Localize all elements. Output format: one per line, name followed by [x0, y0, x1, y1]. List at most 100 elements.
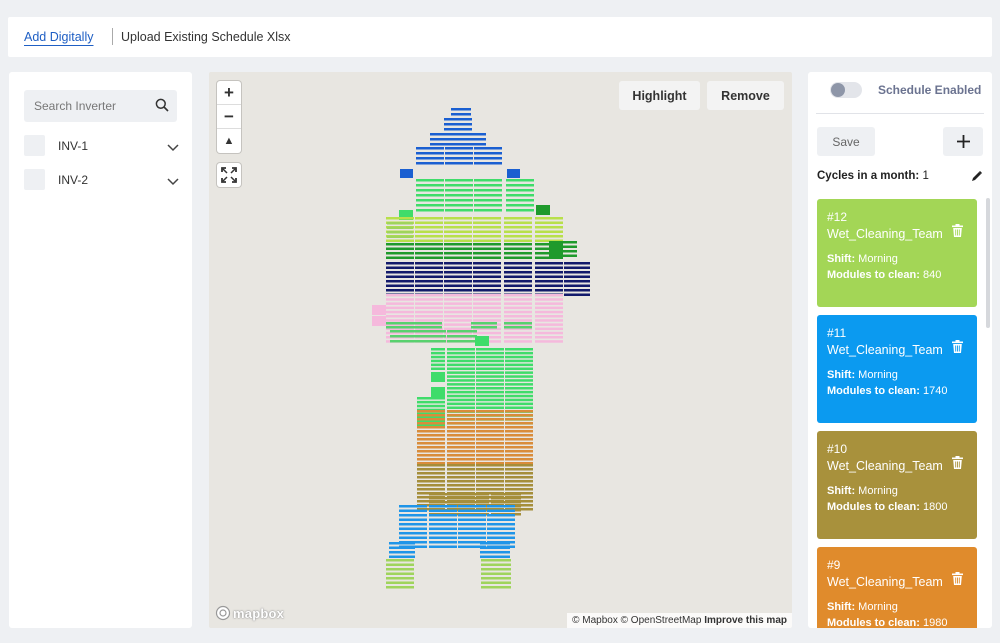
module-row[interactable]: [564, 289, 590, 292]
module-row[interactable]: [416, 204, 444, 207]
module-row[interactable]: [473, 247, 501, 251]
module-row[interactable]: [451, 113, 471, 116]
module-row[interactable]: [505, 426, 533, 429]
module-row[interactable]: [535, 221, 563, 225]
module-row[interactable]: [444, 217, 472, 220]
module-row[interactable]: [447, 414, 475, 417]
module-row[interactable]: [417, 450, 445, 453]
module-row[interactable]: [447, 488, 475, 491]
module-row[interactable]: [535, 310, 563, 314]
module-row[interactable]: [429, 518, 457, 522]
module-row[interactable]: [416, 189, 444, 192]
module-row[interactable]: [505, 458, 533, 461]
module-row[interactable]: [451, 108, 471, 111]
trash-icon[interactable]: [952, 340, 963, 356]
module-row[interactable]: [504, 247, 532, 251]
module-row[interactable]: [473, 298, 501, 301]
module-row[interactable]: [564, 262, 590, 265]
module-row[interactable]: [444, 252, 472, 255]
module-row[interactable]: [444, 266, 472, 270]
module-row[interactable]: [444, 306, 472, 310]
module-row[interactable]: [444, 128, 472, 131]
module-row[interactable]: [387, 231, 413, 234]
module-row[interactable]: [474, 209, 502, 212]
schedule-toggle[interactable]: [830, 82, 862, 98]
module-row[interactable]: [386, 243, 414, 246]
module-row[interactable]: [447, 410, 475, 413]
module-row[interactable]: [535, 280, 563, 283]
module-row[interactable]: [476, 418, 504, 421]
module-row[interactable]: [447, 426, 475, 429]
chevron-down-icon[interactable]: [167, 173, 179, 191]
module-row[interactable]: [564, 293, 590, 297]
module-row[interactable]: [431, 348, 445, 351]
module-row[interactable]: [476, 480, 504, 483]
schedule-card[interactable]: #11 Wet_Cleaning_Team Shift: Morning Module…: [817, 315, 977, 423]
module-row[interactable]: [505, 468, 533, 471]
module-row[interactable]: [535, 266, 563, 270]
module-row[interactable]: [415, 294, 443, 297]
module-row[interactable]: [417, 476, 445, 479]
module-row[interactable]: [429, 514, 457, 517]
module-row[interactable]: [476, 430, 504, 433]
module-row[interactable]: [504, 252, 532, 255]
module-row[interactable]: [505, 472, 533, 475]
module-row[interactable]: [504, 326, 532, 329]
module-row[interactable]: [506, 199, 534, 202]
module-row[interactable]: [390, 335, 446, 338]
module-row[interactable]: [444, 235, 472, 238]
module-row[interactable]: [504, 226, 532, 229]
module-row[interactable]: [415, 243, 443, 246]
improve-map-link[interactable]: Improve this map: [704, 615, 787, 626]
module-row[interactable]: [476, 387, 504, 390]
zoom-in-button[interactable]: +: [217, 81, 241, 105]
module-row[interactable]: [481, 568, 511, 571]
module-row[interactable]: [415, 221, 443, 225]
module-row[interactable]: [430, 143, 486, 146]
module-row[interactable]: [473, 302, 501, 305]
module-row[interactable]: [505, 480, 533, 483]
module-row[interactable]: [505, 442, 533, 445]
module-row[interactable]: [386, 294, 414, 297]
module-row[interactable]: [505, 387, 533, 390]
module-row[interactable]: [458, 536, 486, 540]
module-row[interactable]: [476, 468, 504, 471]
module-row[interactable]: [481, 581, 511, 585]
module-row[interactable]: [444, 319, 472, 322]
module-row[interactable]: [447, 351, 475, 355]
module-row[interactable]: [474, 162, 502, 165]
module-row[interactable]: [447, 406, 475, 410]
module-row[interactable]: [430, 138, 486, 141]
module-row[interactable]: [535, 262, 563, 265]
module-row[interactable]: [473, 262, 501, 265]
module-row[interactable]: [549, 254, 577, 258]
module-row[interactable]: [429, 505, 457, 508]
module-row[interactable]: [415, 284, 443, 288]
module-row[interactable]: [399, 536, 427, 540]
module-row[interactable]: [506, 184, 534, 187]
module-row[interactable]: [415, 315, 443, 318]
module-row[interactable]: [487, 509, 515, 513]
module-row[interactable]: [386, 315, 414, 318]
solar-plant-layout[interactable]: [209, 72, 792, 628]
tab-add-digitally[interactable]: Add Digitally: [24, 30, 93, 44]
module-row[interactable]: [447, 418, 475, 421]
module-row[interactable]: [444, 327, 472, 331]
module-row[interactable]: [535, 331, 563, 335]
module-row[interactable]: [447, 335, 477, 338]
module-row[interactable]: [447, 363, 475, 367]
module-row[interactable]: [535, 306, 563, 310]
module-row[interactable]: [416, 194, 444, 197]
module-row[interactable]: [444, 323, 472, 326]
module-row[interactable]: [505, 430, 533, 433]
module-row[interactable]: [473, 235, 501, 238]
module-row[interactable]: [447, 348, 475, 351]
module-row[interactable]: [447, 476, 475, 479]
module-row[interactable]: [476, 422, 504, 425]
module-row[interactable]: [505, 418, 533, 421]
highlight-button[interactable]: Highlight: [619, 81, 700, 110]
module-row[interactable]: [431, 363, 445, 367]
module-row[interactable]: [447, 375, 475, 378]
module-row[interactable]: [476, 450, 504, 453]
module-row[interactable]: [480, 555, 510, 559]
